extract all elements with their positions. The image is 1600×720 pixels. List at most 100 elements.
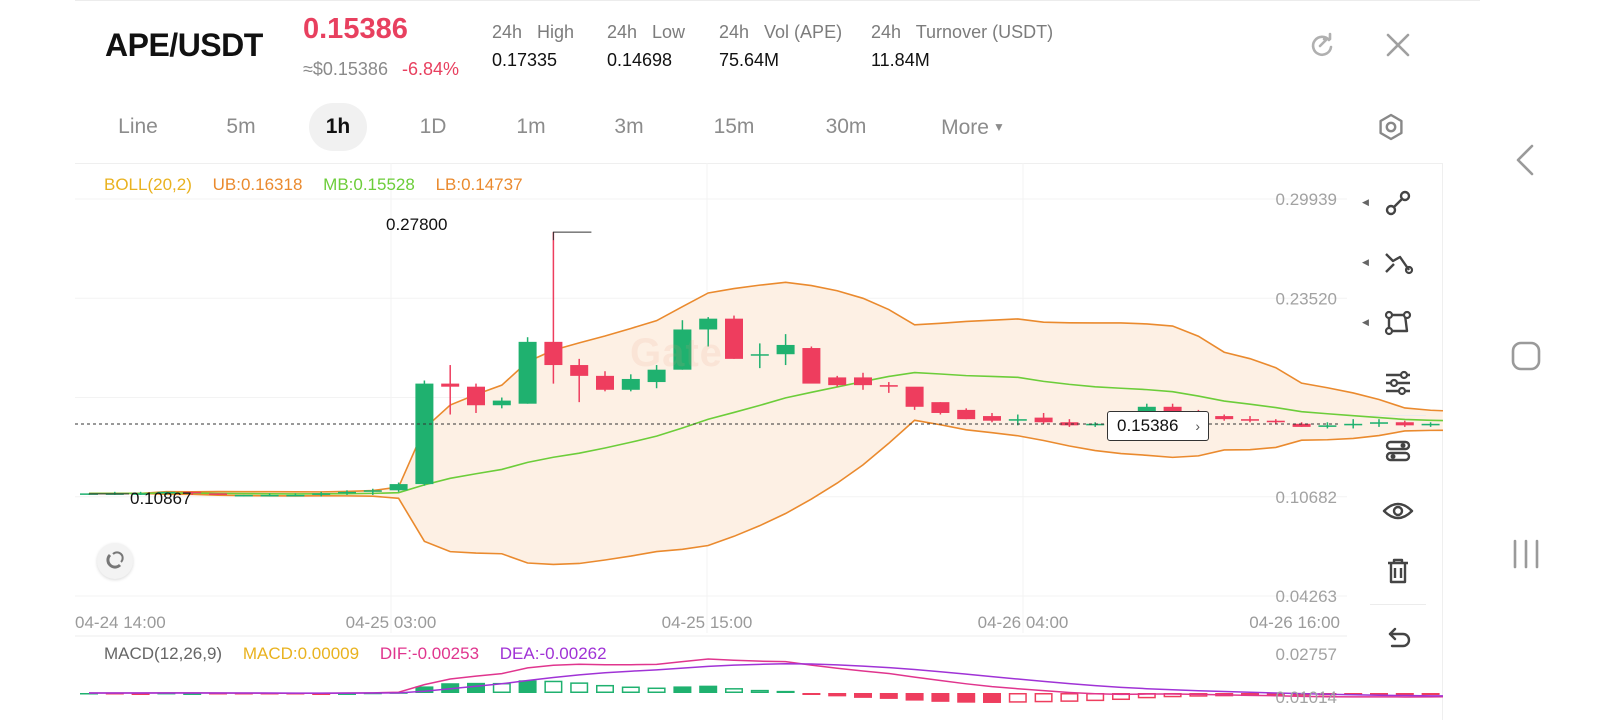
connect-line-icon[interactable] (1380, 185, 1416, 221)
y-axis-label: 0.29939 (1276, 190, 1337, 209)
macd-bar-hollow (1034, 693, 1053, 703)
candle-down (931, 402, 950, 413)
current-price-value: 0.15386 (1117, 416, 1179, 435)
candle-down (1034, 417, 1053, 423)
x-axis-label: 04-24 14:00 (75, 613, 166, 632)
pair-title: APE/USDT (105, 27, 263, 63)
candle-up (389, 484, 408, 491)
tab-1m[interactable]: 1m (503, 103, 559, 151)
tab-5m[interactable]: 5m (213, 103, 269, 151)
candle-down (209, 493, 227, 495)
candle-up (750, 354, 769, 356)
stat-volume: 24h Vol (APE) 75.64M (719, 22, 842, 71)
boll-label: BOLL(20,2) (104, 175, 192, 194)
macd-dif: DIF:-0.00253 (379, 644, 480, 663)
toolbar-divider (1370, 415, 1426, 416)
delete-icon[interactable] (1380, 553, 1416, 589)
tab-15m[interactable]: 15m (705, 103, 763, 151)
recents-nav-icon[interactable] (1510, 538, 1542, 575)
stat-value: 11.84M (871, 50, 930, 70)
stat-label: 24h Low (607, 22, 686, 42)
macd-bar-hollow (596, 684, 614, 693)
candle-up (1318, 425, 1337, 427)
y-axis-label: 0.04263 (1276, 587, 1337, 606)
candle-down (879, 385, 898, 387)
expand-arrow-icon[interactable]: ◀ (1362, 317, 1369, 328)
tab-3m[interactable]: 3m (601, 103, 657, 151)
tab-1d[interactable]: 1D (405, 103, 461, 151)
macd-axis-label: 0.02757 (1276, 645, 1337, 664)
macd-label: MACD(12,26,9) (104, 644, 223, 663)
tab-1h[interactable]: 1h (309, 103, 367, 151)
trend-line-icon[interactable] (1380, 245, 1416, 281)
shape-icon[interactable] (1380, 305, 1416, 341)
tab-more[interactable]: More ▼ (930, 103, 1016, 151)
usd-price: ≈$0.15386 (303, 59, 388, 79)
macd-bar-hollow (1395, 693, 1414, 695)
candle-up (363, 490, 382, 492)
candle-down (854, 377, 872, 386)
candle-up (518, 341, 537, 404)
macd-bar (854, 693, 872, 698)
candle-up (286, 494, 305, 497)
candle-up (492, 400, 511, 406)
candle-down (441, 383, 460, 387)
macd-bar (673, 686, 692, 693)
candle-up (621, 378, 640, 390)
refresh-icon[interactable] (1307, 31, 1337, 66)
macd-bar-hollow (1008, 693, 1027, 703)
macd-value: MACD:0.00009 (242, 644, 360, 663)
stat-label: 24h Vol (APE) (719, 22, 843, 42)
tab-line[interactable]: Line (103, 103, 173, 151)
boll-band (75, 282, 1443, 565)
macd-bar-hollow (776, 690, 795, 694)
macd-axis-label: 0.01014 (1276, 688, 1337, 707)
style-settings-icon[interactable] (1380, 433, 1416, 469)
candle-down (1241, 419, 1259, 421)
expand-arrow-icon[interactable]: ◀ (1362, 257, 1369, 268)
candle-down (1060, 422, 1079, 426)
home-nav-icon[interactable] (1510, 340, 1542, 377)
interval-tabs: Line 5m 1h 1D 1m 3m 15m 30m More ▼ (75, 103, 1480, 151)
visibility-icon[interactable] (1380, 493, 1416, 529)
last-price: 0.15386 (303, 13, 408, 45)
chevron-right-icon: › (1195, 418, 1200, 434)
y-axis-label: 0.23520 (1276, 289, 1337, 308)
candle-down (596, 375, 614, 390)
stat-low: 24h Low 0.14698 (607, 22, 685, 71)
drawing-toolbar: ◀ ◀ ◀ (1350, 163, 1443, 663)
macd-bar (957, 693, 976, 703)
candlestick-chart[interactable]: 0.299390.235200.171010.106820.0426304-24… (75, 163, 1443, 720)
candle-up (312, 493, 331, 495)
macd-bar (879, 693, 898, 699)
macd-dea: DEA:-0.00262 (499, 644, 607, 663)
y-axis-label: 0.10682 (1276, 488, 1337, 507)
macd-bar-hollow (621, 686, 640, 693)
indicator-settings-icon[interactable] (1380, 365, 1416, 401)
watermark: Gate (630, 331, 723, 375)
macd-bar (467, 682, 485, 693)
macd-bar-hollow (725, 688, 743, 693)
close-icon[interactable] (1384, 31, 1412, 64)
stat-value: 0.17335 (492, 50, 558, 70)
stat-label: 24h Turnover (USDT) (871, 22, 1054, 42)
expand-arrow-icon[interactable]: ◀ (1362, 197, 1369, 208)
stat-value: 0.14698 (607, 50, 673, 70)
chart-settings-icon[interactable] (1376, 112, 1406, 147)
macd-bar (699, 685, 718, 693)
back-nav-icon[interactable] (1512, 143, 1540, 182)
undo-icon[interactable] (1380, 621, 1416, 657)
candle-down (957, 409, 976, 420)
macd-bar-hollow (183, 692, 202, 695)
magnet-icon[interactable] (97, 543, 133, 579)
macd-bar (931, 693, 950, 702)
macd-bar-hollow (1370, 693, 1388, 695)
macd-bar-hollow (647, 687, 666, 694)
current-price-tag[interactable]: 0.15386 › (1107, 411, 1209, 441)
x-axis-label: 04-26 16:00 (1249, 613, 1340, 632)
kline-panel: APE/USDT 0.15386 ≈$0.15386 -6.84% 24h Hi… (75, 0, 1480, 720)
tab-30m[interactable]: 30m (815, 103, 877, 151)
candle-up (1008, 419, 1027, 421)
macd-bar-hollow (750, 689, 769, 693)
candle-up (260, 494, 279, 497)
